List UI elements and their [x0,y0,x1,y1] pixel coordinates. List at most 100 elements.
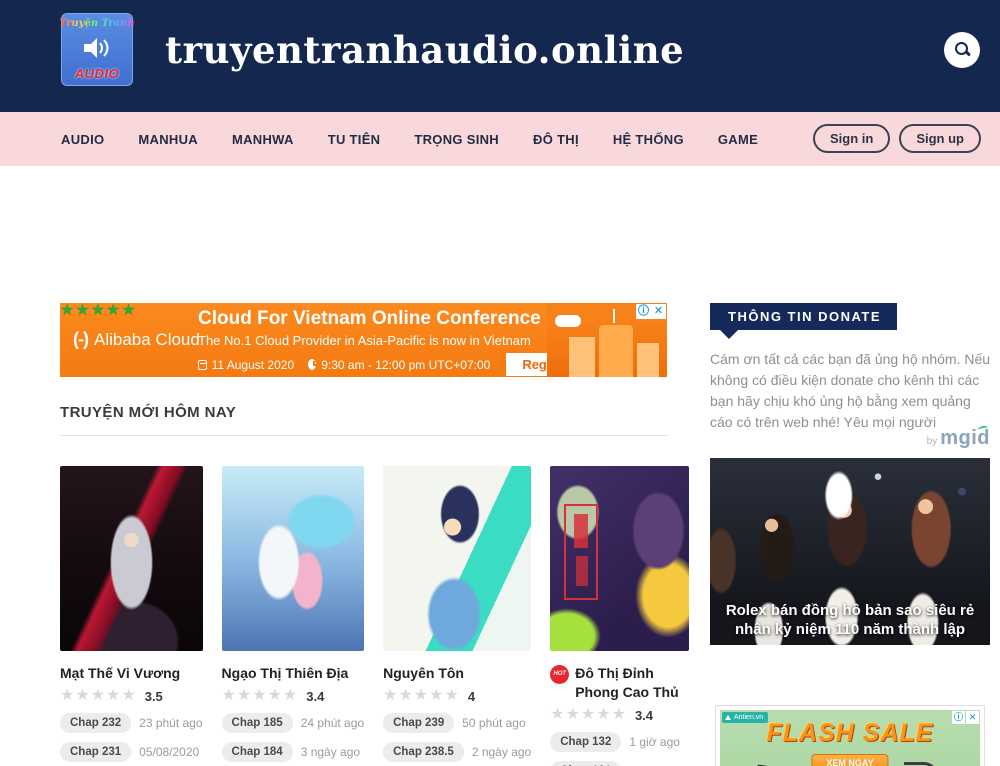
comic-title-text: Ngạo Thị Thiên Địa [222,664,349,683]
ad-controls: ⓘ ✕ [636,304,666,319]
comic-card: Ngạo Thị Thiên Địa ★★★★★ ★★★★★ 3.4 Chap … [222,466,365,766]
ad-close-icon[interactable]: ✕ [651,304,666,319]
sidebar: THÔNG TIN DONATE Cám ơn tất cả các bạn đ… [710,303,990,766]
comic-cover[interactable] [60,466,203,651]
page: Truyện Tranh AUDIO truyentranhaudio.onli… [0,0,1000,766]
chapter-row: Chap 132 1 giờ ago [550,732,689,752]
native-ad-caption: Rolex bán đồng hồ bản sao siêu rẻ nhân k… [710,601,990,639]
chapter-row: Chap 131 05/08/2020 [550,761,689,766]
nav-item-game[interactable]: GAME [718,132,758,147]
main-nav: AUDIO MANHUA MANHWA TU TIÊN TRỌNG SINH Đ… [0,112,1000,166]
lamp-shape [904,762,938,766]
flag-shape [613,309,615,323]
chapter-row: Chap 232 23 phút ago [60,713,203,733]
calendar-icon [198,360,207,370]
chapter-time: 05/08/2020 [139,745,199,759]
comic-cover[interactable] [222,466,365,651]
hot-badge: HOT [550,665,569,684]
speaker-icon [84,37,110,59]
rating-value: 3.5 [145,689,163,704]
header: Truyện Tranh AUDIO truyentranhaudio.onli… [0,0,1000,112]
mgid-by-label: by [927,436,938,447]
rating-value: 4 [468,689,475,704]
donate-text: Cám ơn tất cả các bạn đã ủng hộ nhóm. Nế… [710,349,990,433]
ad-info-icon[interactable]: ⓘ [636,304,651,319]
donate-ribbon-tail [720,330,738,339]
chapter-button[interactable]: Chap 184 [222,742,293,762]
comic-cover[interactable] [550,466,689,651]
comic-title-text: Mạt Thế Vi Vương [60,664,180,683]
comic-card: Nguyên Tôn ★★★★★ ★★★★★ 4 Chap 239 50 phú… [383,466,531,766]
stars-empty: ★★★★★ [222,688,299,704]
search-button[interactable] [944,32,980,68]
chapter-button[interactable]: Chap 239 [383,713,454,733]
ad-time: 9:30 am - 12:00 pm UTC+07:00 [321,358,490,372]
nav-item-trong-sinh[interactable]: TRỌNG SINH [414,132,499,147]
xem-ngay-button[interactable]: XEM NGAY [811,754,888,766]
flash-sale-ad-body: Antien.vn ⓘ ✕ FLASH SALE XEM NGAY [720,710,980,766]
site-logo[interactable]: Truyện Tranh AUDIO [61,13,133,86]
chapter-row: Chap 185 24 phút ago [222,713,365,733]
nav-item-manhwa[interactable]: MANHWA [232,132,294,147]
clock-icon [308,359,316,370]
donate-ribbon: THÔNG TIN DONATE [710,303,897,330]
chapter-button[interactable]: Chap 132 [550,732,621,752]
site-title[interactable]: truyentranhaudio.online [165,28,684,72]
section-title: TRUYỆN MỚI HÔM NAY [60,404,667,421]
comic-cover[interactable] [383,466,531,651]
chapter-row: Chap 238.5 2 ngày ago [383,742,531,762]
chapter-time: 2 ngày ago [472,745,531,759]
auth-buttons: Sign in Sign up [813,124,981,153]
nav-item-he-thong[interactable]: HỆ THỐNG [613,132,684,147]
nav-item-do-thi[interactable]: ĐÔ THỊ [533,132,579,147]
alibaba-bracket-icon: (-) [73,329,88,350]
comic-title[interactable]: Ngạo Thị Thiên Địa [222,664,365,683]
star-rating: ★★★★★ ★★★★★ 3.4 [550,707,689,723]
nav-item-manhua[interactable]: MANHUA [138,132,198,147]
cover-art-detail [564,504,598,600]
chapter-button[interactable]: Chap 185 [222,713,293,733]
chapter-button[interactable]: Chap 232 [60,713,131,733]
comic-grid: Mạt Thế Vi Vương ★★★★★ ★★★★★ 3.5 Chap 23… [60,466,667,766]
star-rating: ★★★★★ ★★★★★ 4 [383,688,531,704]
chapter-button[interactable]: Chap 238.5 [383,742,464,762]
comic-card: HOT Đô Thị Đỉnh Phong Cao Thủ ★★★★★ ★★★★… [550,466,689,766]
chapter-time: 50 phút ago [462,716,525,730]
sign-in-button[interactable]: Sign in [813,124,890,153]
comic-title[interactable]: Nguyên Tôn [383,664,531,683]
building-shape [599,325,633,377]
stars-empty: ★★★★★ [550,707,627,723]
chapter-button[interactable]: Chap 131 [550,761,621,766]
building-shape [637,343,659,377]
logo-text-top: Truyện Tranh [59,18,134,29]
sign-up-button[interactable]: Sign up [899,124,981,153]
chapter-row: Chap 239 50 phút ago [383,713,531,733]
native-ad[interactable]: Rolex bán đồng hồ bản sao siêu rẻ nhân k… [710,458,990,645]
comic-title-text: Nguyên Tôn [383,664,464,683]
flash-sale-ad[interactable]: Antien.vn ⓘ ✕ FLASH SALE XEM NGAY [715,705,985,766]
comic-title[interactable]: HOT Đô Thị Đỉnh Phong Cao Thủ [550,664,689,702]
nav-item-audio[interactable]: AUDIO [61,132,104,147]
comic-card: Mạt Thế Vi Vương ★★★★★ ★★★★★ 3.5 Chap 23… [60,466,203,766]
mgid-logo: mgid [940,427,990,450]
alibaba-brand-text: Alibaba Cloud [94,330,200,350]
stars-empty: ★★★★★ [383,688,460,704]
mgid-attribution[interactable]: by mgid [927,427,990,450]
cloud-shape [555,315,581,327]
stars-empty: ★★★★★ [60,688,137,704]
comic-title-text: Đô Thị Đỉnh Phong Cao Thủ [575,664,689,702]
chapter-time: 24 phút ago [301,716,364,730]
chapter-row: Chap 184 3 ngày ago [222,742,365,762]
comic-title[interactable]: Mạt Thế Vi Vương [60,664,203,683]
main-column: (-) Alibaba Cloud Cloud For Vietnam Onli… [60,303,667,766]
stars-filled: ★★★★★ [60,303,473,319]
chapter-button[interactable]: Chap 231 [60,742,131,762]
ad-date: 11 August 2020 [212,358,295,372]
nav-item-tu-tien[interactable]: TU TIÊN [328,132,381,147]
logo-text-audio: AUDIO [75,66,119,81]
chapter-time: 23 phút ago [139,716,202,730]
chapter-row: Chap 231 05/08/2020 [60,742,203,762]
star-rating: ★★★★★ ★★★★★ 3.4 [222,688,365,704]
flash-sale-headline: FLASH SALE [720,719,980,748]
star-rating: ★★★★★ ★★★★★ 3.5 [60,688,203,704]
